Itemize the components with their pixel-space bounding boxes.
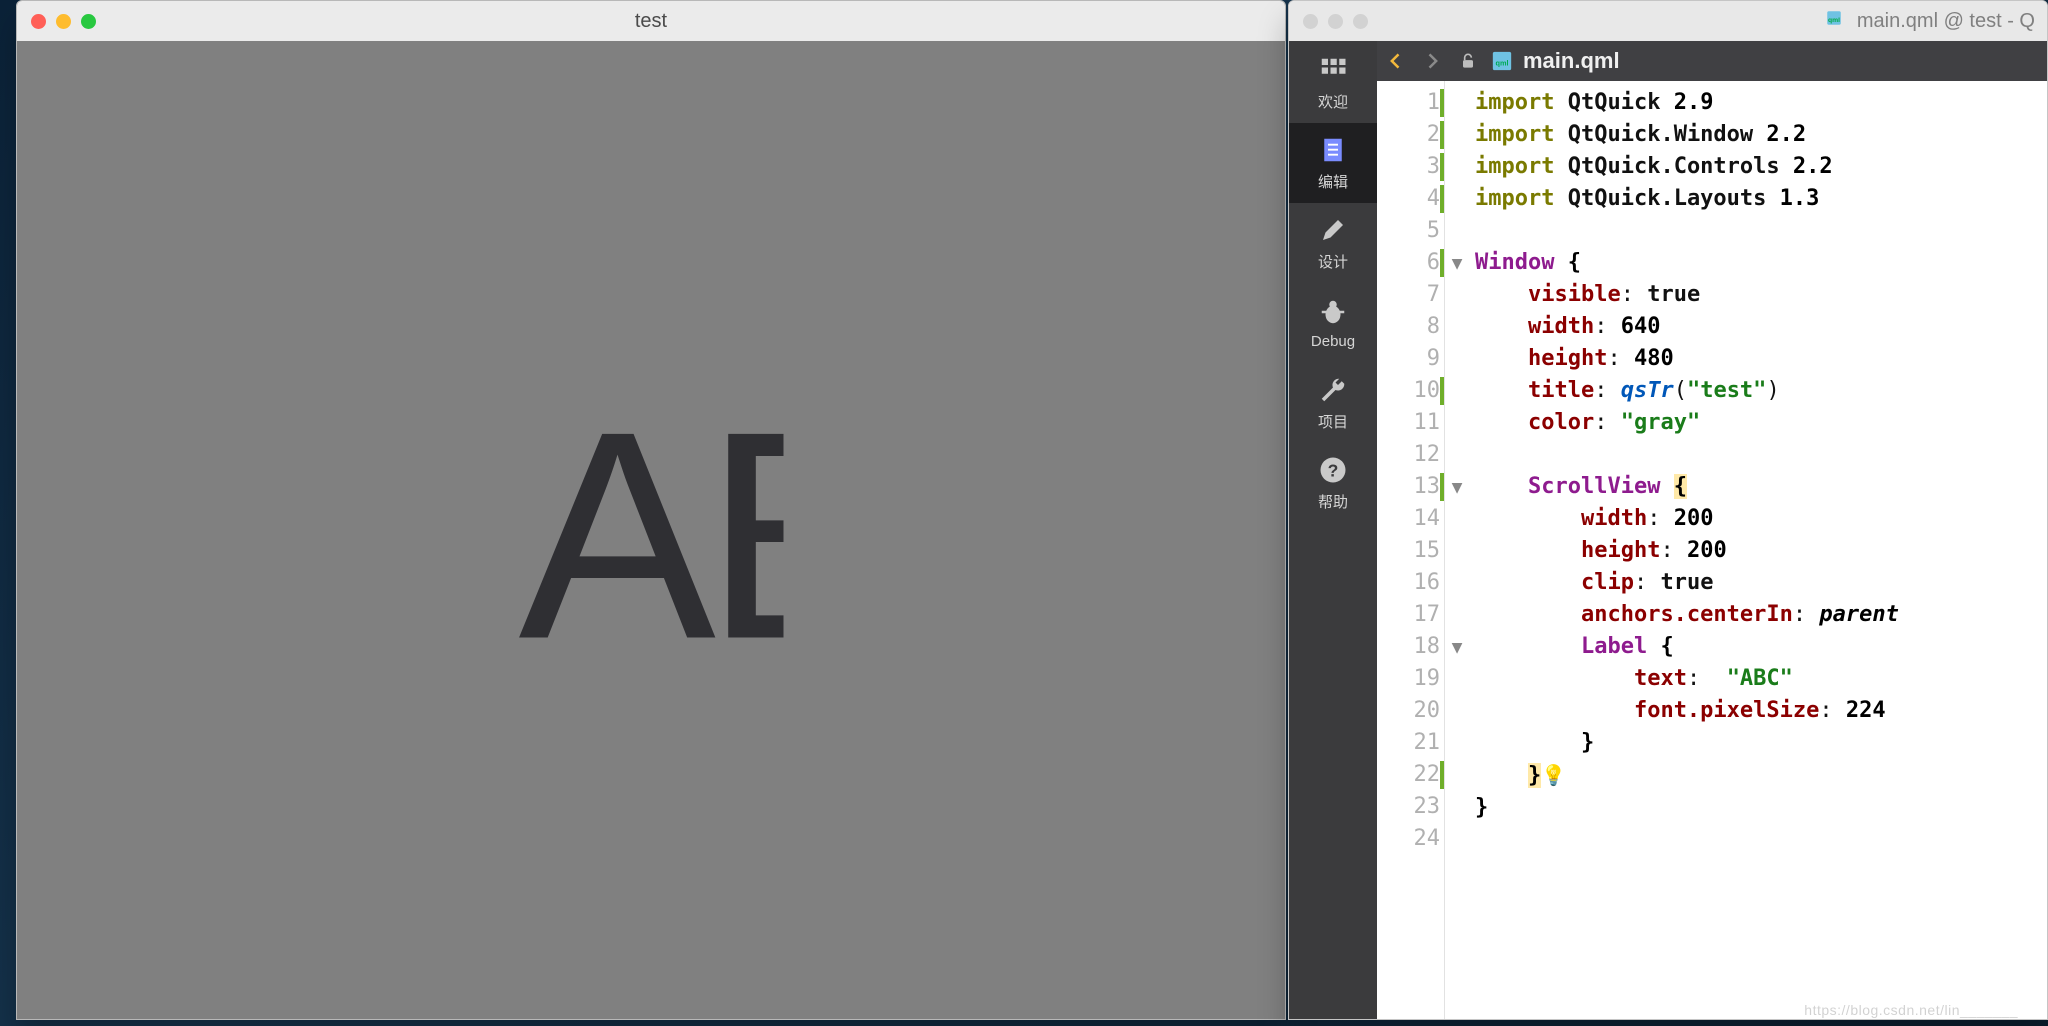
fold-toggle xyxy=(1445,567,1469,599)
fold-toggle xyxy=(1445,183,1469,215)
svg-text:?: ? xyxy=(1328,460,1339,480)
fold-toggle xyxy=(1445,407,1469,439)
line-gutter: 123456789101112131415161718192021222324 xyxy=(1377,81,1445,1019)
fold-toggle xyxy=(1445,759,1469,791)
fold-toggle xyxy=(1445,823,1469,855)
mode-welcome[interactable]: 欢迎 xyxy=(1289,43,1377,123)
svg-text:qml: qml xyxy=(1495,59,1508,68)
path-bar: qml main.qml xyxy=(1377,41,2047,81)
mode-bar: 欢迎 编辑 设计 Debug 项目 xyxy=(1289,41,1377,1019)
mode-label: 项目 xyxy=(1318,411,1348,432)
bug-icon xyxy=(1318,297,1348,327)
qml-file-icon: qml xyxy=(1825,9,1843,27)
nav-forward-button[interactable] xyxy=(1419,48,1445,74)
code-text[interactable]: import QtQuick 2.9 import QtQuick.Window… xyxy=(1469,81,2047,1019)
code-editor[interactable]: 123456789101112131415161718192021222324 … xyxy=(1377,81,2047,1019)
fold-toggle xyxy=(1445,439,1469,471)
qml-app-window: test ABC xyxy=(16,0,1286,1020)
fold-toggle xyxy=(1445,503,1469,535)
fold-toggle[interactable]: ▼ xyxy=(1445,631,1469,663)
ide-window-title-text: main.qml @ test - Q xyxy=(1857,10,2035,32)
wrench-icon xyxy=(1318,375,1348,405)
qml-file-icon: qml xyxy=(1491,50,1513,72)
ide-titlebar[interactable]: qml main.qml @ test - Q xyxy=(1289,1,2047,41)
mode-help[interactable]: ? 帮助 xyxy=(1289,443,1377,523)
lock-icon[interactable] xyxy=(1455,48,1481,74)
document-icon xyxy=(1318,135,1348,165)
traffic-lights-inactive xyxy=(1303,14,1368,29)
close-icon[interactable] xyxy=(1303,14,1318,29)
pathbar-file-name[interactable]: main.qml xyxy=(1523,48,1620,74)
minimize-icon[interactable] xyxy=(56,14,71,29)
nav-back-button[interactable] xyxy=(1383,48,1409,74)
mode-label: Debug xyxy=(1311,333,1355,350)
traffic-lights xyxy=(31,14,96,29)
mode-label: 编辑 xyxy=(1318,171,1348,192)
fold-toggle xyxy=(1445,727,1469,759)
fold-toggle xyxy=(1445,791,1469,823)
fold-toggle xyxy=(1445,151,1469,183)
app-window-title: test xyxy=(17,10,1285,33)
zoom-icon[interactable] xyxy=(81,14,96,29)
fold-toggle xyxy=(1445,87,1469,119)
mode-label: 欢迎 xyxy=(1318,91,1348,112)
minimize-icon[interactable] xyxy=(1328,14,1343,29)
mode-label: 设计 xyxy=(1318,251,1348,272)
app-titlebar[interactable]: test xyxy=(17,1,1285,41)
mode-projects[interactable]: 项目 xyxy=(1289,363,1377,443)
fold-toggle xyxy=(1445,663,1469,695)
fold-toggle xyxy=(1445,215,1469,247)
ide-window-title: qml main.qml @ test - Q xyxy=(1825,9,2035,33)
mode-debug[interactable]: Debug xyxy=(1289,283,1377,363)
lightbulb-icon[interactable]: 💡 xyxy=(1541,763,1566,787)
close-icon[interactable] xyxy=(31,14,46,29)
editor-area: qml main.qml 123456789101112131415161718… xyxy=(1377,41,2047,1019)
fold-toggle xyxy=(1445,599,1469,631)
mode-design[interactable]: 设计 xyxy=(1289,203,1377,283)
app-body: ABC xyxy=(17,41,1285,1019)
grid-icon xyxy=(1318,55,1348,85)
fold-toggle[interactable]: ▼ xyxy=(1445,471,1469,503)
zoom-icon[interactable] xyxy=(1353,14,1368,29)
watermark: https://blog.csdn.net/lin_______ xyxy=(1804,1002,2018,1018)
fold-toggle xyxy=(1445,375,1469,407)
pencil-icon xyxy=(1318,215,1348,245)
fold-toggle xyxy=(1445,343,1469,375)
help-icon: ? xyxy=(1318,455,1348,485)
fold-toggle xyxy=(1445,119,1469,151)
fold-toggle[interactable]: ▼ xyxy=(1445,247,1469,279)
svg-text:qml: qml xyxy=(1828,17,1840,24)
mode-label: 帮助 xyxy=(1318,491,1348,512)
fold-toggle xyxy=(1445,695,1469,727)
qt-creator-window: qml main.qml @ test - Q 欢迎 编辑 设计 xyxy=(1288,0,2048,1020)
mode-edit[interactable]: 编辑 xyxy=(1289,123,1377,203)
fold-toggle xyxy=(1445,311,1469,343)
fold-toggle xyxy=(1445,279,1469,311)
fold-column: ▼ ▼ ▼ xyxy=(1445,81,1469,1019)
fold-toggle xyxy=(1445,535,1469,567)
scrollview[interactable]: ABC xyxy=(519,398,784,663)
big-label: ABC xyxy=(519,398,784,663)
